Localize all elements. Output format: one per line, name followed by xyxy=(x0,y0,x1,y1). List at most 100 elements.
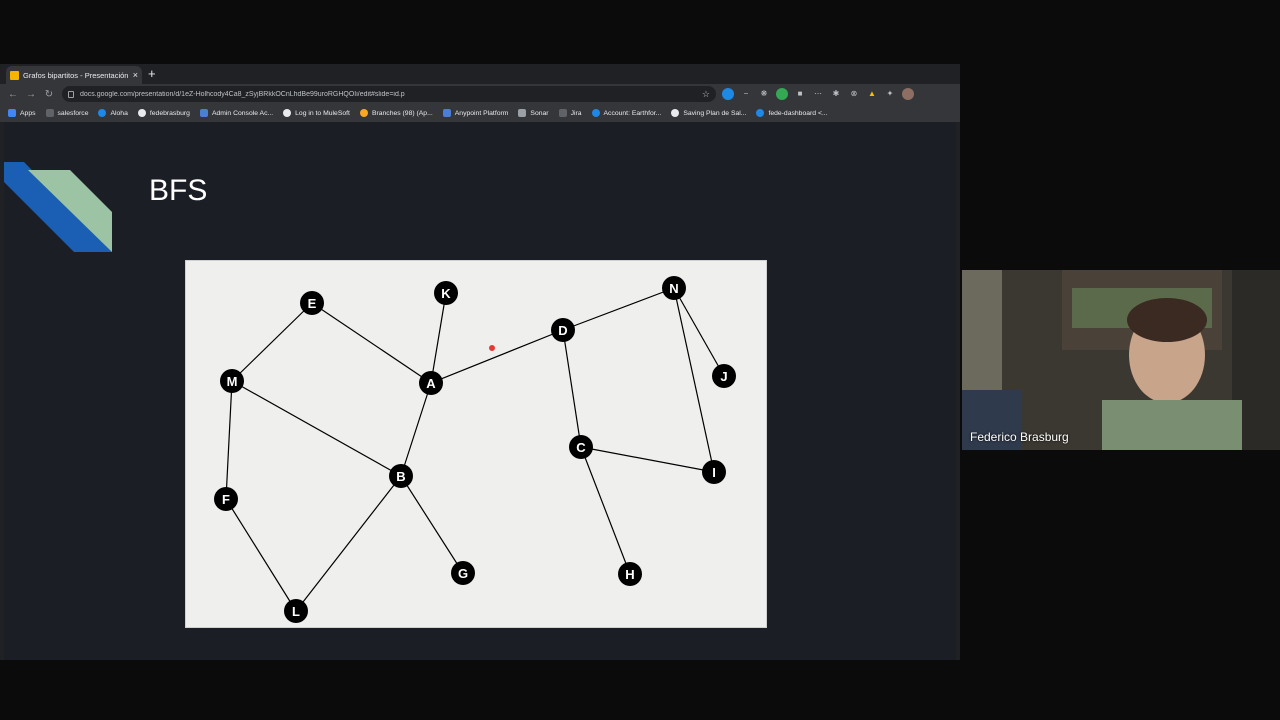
graph-edge-d-c xyxy=(562,329,582,448)
graph-edge-e-a xyxy=(311,302,432,384)
github-icon xyxy=(137,109,146,117)
bookmark-item[interactable]: fede-dashboard <... xyxy=(756,109,828,117)
graph-node-label: I xyxy=(712,465,716,480)
graph-node-c: C xyxy=(569,435,593,459)
cloud-icon xyxy=(98,109,107,117)
sonar-icon xyxy=(518,109,527,117)
bookmark-item[interactable]: Saving Plan de Sal... xyxy=(671,109,746,117)
graph-node-l: L xyxy=(284,599,308,623)
graph-diagram: E K N D M A J C I B F G H L xyxy=(185,260,767,628)
graph-node-label: H xyxy=(625,567,634,582)
graph-node-label: B xyxy=(396,469,405,484)
bookmark-item[interactable]: Account: Earthfor... xyxy=(591,109,661,117)
graph-node-label: J xyxy=(720,369,727,384)
graph-node-h: H xyxy=(618,562,642,586)
bookmark-item[interactable]: fedebrasburg xyxy=(137,109,190,117)
graph-node-label: N xyxy=(669,281,678,296)
graph-edge-m-f xyxy=(225,380,233,500)
slide-canvas: BFS E K N D M A J C I B F G H L xyxy=(4,122,956,660)
extension-icon[interactable]: ⊗ xyxy=(848,88,860,100)
graph-node-label: M xyxy=(227,374,238,389)
graph-svg: E K N D M A J C I B F G H L xyxy=(214,276,736,623)
graph-node-j: J xyxy=(712,364,736,388)
extension-icon[interactable] xyxy=(776,88,788,100)
graph-edge-l-b xyxy=(295,475,402,612)
extension-icon[interactable]: − xyxy=(740,88,752,100)
graph-edge-n-i xyxy=(673,287,715,473)
bookmark-item[interactable]: Apps xyxy=(8,109,36,117)
extension-icon[interactable]: ✱ xyxy=(830,88,842,100)
puzzle-icon[interactable]: ✦ xyxy=(884,88,896,100)
graph-edge-a-b xyxy=(400,382,432,477)
slide-title: BFS xyxy=(149,174,208,207)
graph-node-g: G xyxy=(451,561,475,585)
graph-edge-n-j xyxy=(673,287,725,377)
address-bar[interactable]: docs.google.com/presentation/d/1eZ-Holhc… xyxy=(62,86,716,102)
bookmark-star-icon[interactable]: ☆ xyxy=(702,89,710,100)
extension-icon[interactable]: ■ xyxy=(794,88,806,100)
bookmark-item[interactable]: Jira xyxy=(558,109,582,117)
extension-icon[interactable]: ❋ xyxy=(758,88,770,100)
browser-toolbar: ← → ↻ docs.google.com/presentation/d/1eZ… xyxy=(0,84,960,119)
slides-favicon-icon xyxy=(10,70,19,80)
bookmark-item[interactable]: Sonar xyxy=(518,109,549,117)
graph-node-i: I xyxy=(702,460,726,484)
graph-node-label: D xyxy=(558,323,567,338)
extension-icon[interactable]: ⋯ xyxy=(812,88,824,100)
graph-edge-m-b xyxy=(231,380,402,477)
anypoint-icon xyxy=(442,109,451,117)
bookmark-item[interactable]: Admin Console Ac... xyxy=(199,109,273,117)
video-feed xyxy=(962,270,1280,450)
folder-icon xyxy=(558,109,567,117)
graph-node-m: M xyxy=(220,369,244,393)
graph-node-e: E xyxy=(300,291,324,315)
folder-icon xyxy=(45,109,54,117)
profile-avatar[interactable] xyxy=(902,88,914,100)
graph-node-label: K xyxy=(441,286,451,301)
graph-node-label: G xyxy=(458,566,468,581)
graph-node-label: C xyxy=(576,440,586,455)
branch-icon xyxy=(359,109,368,117)
globe-icon xyxy=(671,109,680,117)
lock-icon xyxy=(68,90,74,98)
bookmark-item[interactable]: Branches (98) (Ap... xyxy=(359,109,433,117)
graph-edge-d-n xyxy=(562,287,675,331)
graph-node-label: A xyxy=(426,376,436,391)
bookmark-item[interactable]: Log in to MuleSoft xyxy=(283,109,350,117)
graph-node-k: K xyxy=(434,281,458,305)
graph-edge-a-d xyxy=(430,329,564,384)
graph-node-f: F xyxy=(214,487,238,511)
bookmark-item[interactable]: salesforce xyxy=(45,109,88,117)
extension-icons: − ❋ ■ ⋯ ✱ ⊗ ▲ ✦ xyxy=(722,88,914,100)
graph-edge-f-l xyxy=(225,498,297,612)
close-icon[interactable]: × xyxy=(133,70,138,80)
extension-icon[interactable]: ▲ xyxy=(866,88,878,100)
graph-node-label: E xyxy=(308,296,317,311)
new-tab-button[interactable]: + xyxy=(148,66,156,82)
mulesoft-icon xyxy=(199,109,208,117)
extension-icon[interactable] xyxy=(722,88,734,100)
graph-node-d: D xyxy=(551,318,575,342)
tab-presentation[interactable]: Grafos bipartitos - Presentación × xyxy=(6,66,142,84)
bookmarks-bar: Apps salesforce Aloha fedebrasburg Admin… xyxy=(0,104,960,122)
graph-edge-c-i xyxy=(580,446,715,473)
graph-edge-e-m xyxy=(231,302,313,382)
bookmark-item[interactable]: Anypoint Platform xyxy=(442,109,508,117)
bookmark-item[interactable]: Aloha xyxy=(98,109,128,117)
graph-node-b: B xyxy=(389,464,413,488)
slide-decoration xyxy=(4,162,112,252)
reload-icon[interactable]: ↻ xyxy=(40,89,58,100)
back-icon[interactable]: ← xyxy=(4,89,22,100)
participant-name: Federico Brasburg xyxy=(970,430,1069,444)
graph-edge-k-a xyxy=(430,292,447,384)
graph-node-label: F xyxy=(222,492,230,507)
screen: Grafos bipartitos - Presentación × + ← →… xyxy=(0,0,1280,720)
graph-node-a: A xyxy=(419,371,443,395)
dashboard-icon xyxy=(756,109,765,117)
tab-strip: Grafos bipartitos - Presentación × + xyxy=(0,64,960,84)
url-text: docs.google.com/presentation/d/1eZ-Holhc… xyxy=(80,90,405,98)
tab-title: Grafos bipartitos - Presentación xyxy=(23,70,129,80)
forward-icon[interactable]: → xyxy=(22,89,40,100)
graph-edge-c-h xyxy=(580,446,631,575)
laser-pointer xyxy=(489,345,495,351)
